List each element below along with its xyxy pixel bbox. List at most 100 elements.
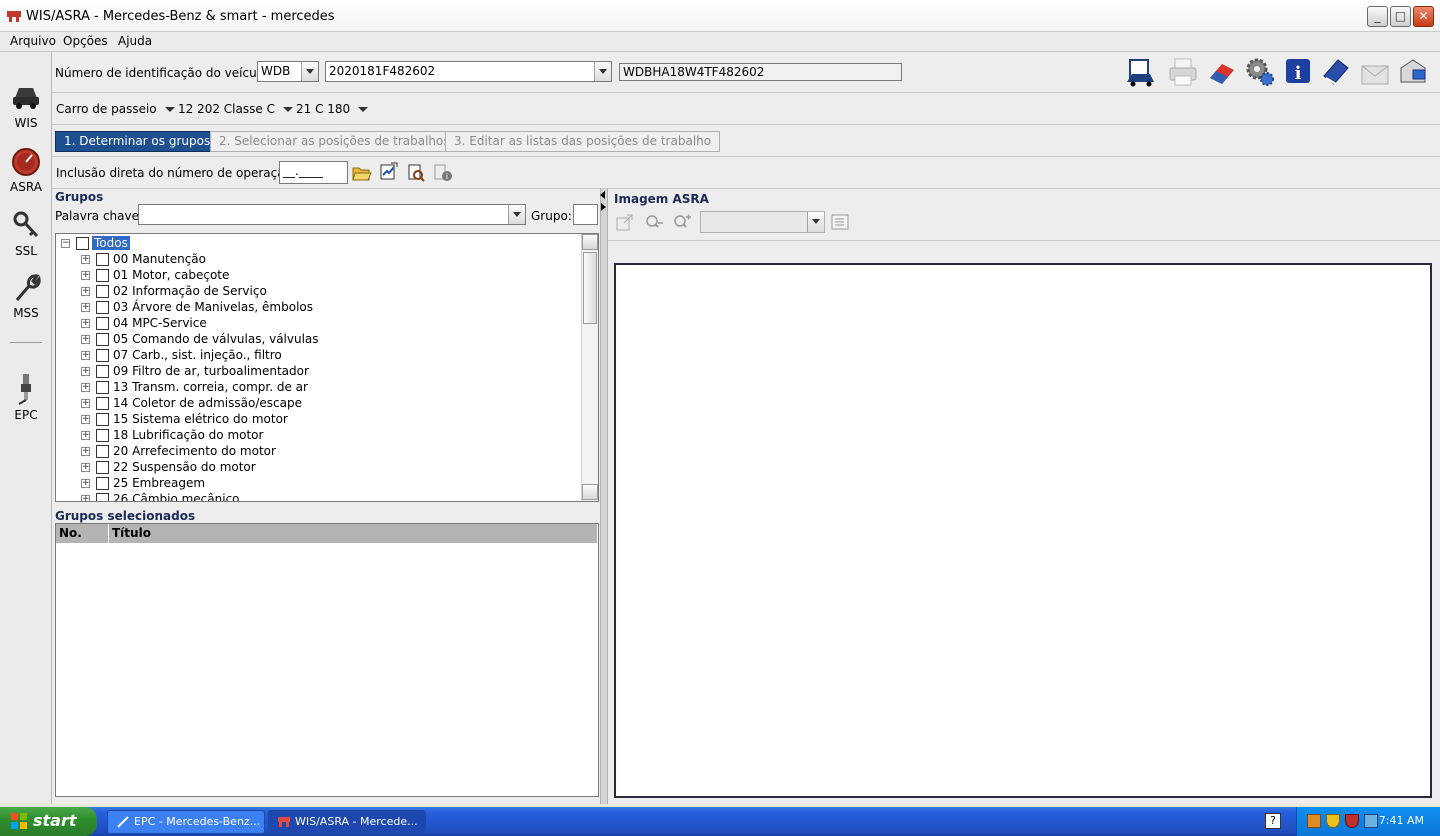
expand-icon[interactable]: + bbox=[81, 495, 90, 501]
expand-icon[interactable]: + bbox=[81, 271, 90, 280]
edit-list-icon[interactable] bbox=[379, 161, 399, 181]
tree-item[interactable]: +25 Embreagem bbox=[56, 475, 576, 491]
tree-item[interactable]: +02 Informação de Serviço bbox=[56, 283, 576, 299]
vin-number-select[interactable]: 2020181F482602 bbox=[325, 61, 612, 82]
tree-item[interactable]: +13 Transm. correia, compr. de ar bbox=[56, 379, 576, 395]
menu-ajuda[interactable]: Ajuda bbox=[118, 34, 152, 48]
vehicle-type-dropdown[interactable]: Carro de passeio bbox=[56, 102, 175, 116]
column-header-no[interactable]: No. bbox=[56, 524, 109, 543]
expand-icon[interactable]: + bbox=[81, 303, 90, 312]
step-1-button[interactable]: 1. Determinar os grupos bbox=[55, 131, 220, 152]
task-epc[interactable]: EPC - Mercedes-Benz... bbox=[107, 810, 265, 834]
tree-scrollbar[interactable] bbox=[581, 234, 598, 501]
security-alert-icon[interactable] bbox=[1345, 814, 1359, 828]
minimize-button[interactable]: _ bbox=[1367, 6, 1388, 27]
nav-ssl[interactable]: SSL bbox=[0, 210, 52, 258]
tree-checkbox[interactable] bbox=[96, 429, 109, 442]
step-2-button[interactable]: 2. Selecionar as posições de trabalhos bbox=[210, 131, 459, 152]
tree-item[interactable]: +22 Suspensão do motor bbox=[56, 459, 576, 475]
tree-checkbox[interactable] bbox=[96, 269, 109, 282]
tree-item[interactable]: +09 Filtro de ar, turboalimentador bbox=[56, 363, 576, 379]
menu-opcoes[interactable]: Opções bbox=[63, 34, 108, 48]
printer-icon[interactable] bbox=[1167, 56, 1199, 88]
info-icon[interactable]: i bbox=[1282, 56, 1314, 88]
mail-send-icon[interactable] bbox=[1397, 56, 1429, 88]
scroll-thumb[interactable] bbox=[583, 252, 597, 324]
tree-checkbox[interactable] bbox=[96, 365, 109, 378]
scroll-up-icon[interactable] bbox=[582, 234, 598, 250]
collapse-icon[interactable]: − bbox=[61, 239, 70, 248]
nav-mss[interactable]: MSS bbox=[0, 272, 52, 320]
asra-image-canvas[interactable] bbox=[614, 263, 1432, 798]
fit-to-window-icon[interactable] bbox=[615, 212, 635, 232]
zoom-out-icon[interactable] bbox=[644, 212, 664, 232]
tree-checkbox[interactable] bbox=[96, 445, 109, 458]
tree-checkbox[interactable] bbox=[76, 237, 89, 250]
tree-item[interactable]: +14 Coletor de admissão/escape bbox=[56, 395, 576, 411]
tree-item[interactable]: +05 Comando de válvulas, válvulas bbox=[56, 331, 576, 347]
tree-item[interactable]: +07 Carb., sist. injeção., filtro bbox=[56, 347, 576, 363]
expand-icon[interactable]: + bbox=[81, 447, 90, 456]
tree-checkbox[interactable] bbox=[96, 493, 109, 501]
tree-item[interactable]: +01 Motor, cabeçote bbox=[56, 267, 576, 283]
group-input[interactable] bbox=[573, 204, 598, 225]
expand-icon[interactable]: + bbox=[81, 319, 90, 328]
tree-root[interactable]: − Todos bbox=[56, 235, 576, 251]
chevron-down-icon[interactable] bbox=[508, 205, 525, 224]
help-book-icon[interactable] bbox=[1320, 56, 1352, 88]
tree-checkbox[interactable] bbox=[96, 253, 109, 266]
folder-open-icon[interactable] bbox=[352, 163, 372, 183]
expand-icon[interactable]: + bbox=[81, 351, 90, 360]
network-icon[interactable] bbox=[1364, 814, 1378, 828]
asra-image-select[interactable] bbox=[700, 211, 825, 233]
close-button[interactable]: ✕ bbox=[1413, 6, 1434, 27]
tree-checkbox[interactable] bbox=[96, 317, 109, 330]
tree-checkbox[interactable] bbox=[96, 349, 109, 362]
expand-icon[interactable]: + bbox=[81, 287, 90, 296]
document-info-icon[interactable]: i bbox=[433, 163, 453, 183]
nav-epc[interactable]: EPC bbox=[0, 372, 52, 422]
mail-icon[interactable] bbox=[1359, 58, 1391, 90]
expand-icon[interactable]: + bbox=[81, 463, 90, 472]
zoom-in-icon[interactable] bbox=[672, 212, 692, 232]
vehicle-engine-dropdown[interactable]: 21 C 180 bbox=[296, 102, 369, 116]
vehicle-model-dropdown[interactable]: 12 202 Classe C bbox=[178, 102, 293, 116]
scroll-down-icon[interactable] bbox=[582, 484, 598, 500]
document-icon[interactable] bbox=[830, 212, 850, 232]
tree-checkbox[interactable] bbox=[96, 413, 109, 426]
menu-arquivo[interactable]: Arquivo bbox=[10, 34, 56, 48]
tray-app-icon[interactable] bbox=[1307, 814, 1321, 828]
chevron-down-icon[interactable] bbox=[301, 62, 318, 81]
maximize-button[interactable]: □ bbox=[1390, 6, 1411, 27]
expand-icon[interactable]: + bbox=[81, 255, 90, 264]
document-search-icon[interactable] bbox=[406, 163, 426, 183]
expand-icon[interactable]: + bbox=[81, 383, 90, 392]
expand-icon[interactable]: + bbox=[81, 367, 90, 376]
shield-icon[interactable] bbox=[1326, 814, 1340, 828]
vehicle-search-icon[interactable] bbox=[1124, 56, 1156, 88]
tree-checkbox[interactable] bbox=[96, 397, 109, 410]
nav-wis[interactable]: WIS bbox=[0, 80, 52, 130]
panel-splitter[interactable] bbox=[600, 188, 608, 804]
tree-checkbox[interactable] bbox=[96, 333, 109, 346]
settings-gear-icon[interactable] bbox=[1244, 56, 1276, 88]
column-header-titulo[interactable]: Título bbox=[109, 524, 598, 543]
step-3-button[interactable]: 3. Editar as listas das posições de trab… bbox=[445, 131, 721, 152]
expand-icon[interactable]: + bbox=[81, 479, 90, 488]
tree-checkbox[interactable] bbox=[96, 301, 109, 314]
selected-groups-table[interactable]: No. Título bbox=[55, 523, 599, 797]
tree-item[interactable]: +26 Câmbio mecânico bbox=[56, 491, 576, 501]
tree-checkbox[interactable] bbox=[96, 285, 109, 298]
chevron-down-icon[interactable] bbox=[594, 62, 611, 81]
tree-checkbox[interactable] bbox=[96, 477, 109, 490]
tree-checkbox[interactable] bbox=[96, 461, 109, 474]
eraser-icon[interactable] bbox=[1206, 56, 1238, 88]
help-tray-icon[interactable]: ? bbox=[1265, 813, 1281, 829]
tree-item[interactable]: +15 Sistema elétrico do motor bbox=[56, 411, 576, 427]
tree-item[interactable]: +03 Árvore de Manivelas, êmbolos bbox=[56, 299, 576, 315]
expand-icon[interactable]: + bbox=[81, 335, 90, 344]
tree-item[interactable]: +00 Manutenção bbox=[56, 251, 576, 267]
opnum-input[interactable]: __.____ bbox=[279, 161, 348, 184]
nav-asra[interactable]: ASRA bbox=[0, 146, 52, 194]
chevron-down-icon[interactable] bbox=[807, 212, 824, 232]
